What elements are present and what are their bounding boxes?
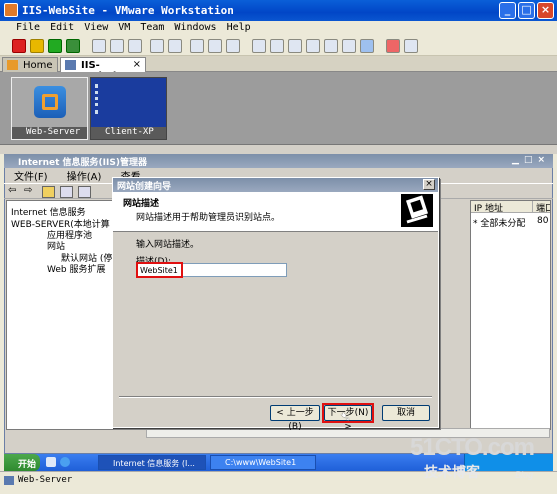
snapshot-manager-icon[interactable] xyxy=(128,39,142,53)
menu-edit[interactable]: Edit xyxy=(50,21,74,33)
watermark-blog: Blog xyxy=(515,470,534,480)
watermark-blog-cn: 技术博客 xyxy=(424,464,480,480)
iis-titlebar: Internet 信息服务(IIS)管理器 ▁□× xyxy=(4,154,553,168)
vm-icon xyxy=(65,60,76,70)
cursor-icon: ➷ xyxy=(340,410,351,425)
team-settings-icon[interactable] xyxy=(404,39,418,53)
wizard-separator xyxy=(119,396,432,398)
vmware-logo-icon xyxy=(34,86,66,118)
window-title: IIS-WebSite - VMware Workstation xyxy=(22,4,234,17)
tab-bar: Home IIS-WebSite × xyxy=(0,56,557,82)
tab-home-label: Home xyxy=(23,60,53,71)
menu-file[interactable]: File xyxy=(16,21,40,33)
show-tree-icon[interactable] xyxy=(60,186,73,198)
back-button[interactable]: < 上一步(B) xyxy=(270,405,320,432)
status-text: Web-Server xyxy=(18,475,73,485)
quick-switch-icon[interactable] xyxy=(306,39,320,53)
menubar: File Edit View VM Team Windows Help xyxy=(0,21,557,36)
start-button[interactable]: 开始 xyxy=(4,454,40,471)
watermark-site: 51CTO.com xyxy=(410,434,535,461)
unity-icon[interactable] xyxy=(324,39,338,53)
summary-view-icon[interactable] xyxy=(360,39,374,53)
ie-icon[interactable] xyxy=(60,457,70,467)
cell-ip: * 全部未分配 xyxy=(473,219,526,229)
power-on-icon[interactable] xyxy=(48,39,62,53)
wizard-title: 网站创建向导 xyxy=(113,178,438,192)
tree-item-web-extensions[interactable]: Web 服务扩展 xyxy=(47,262,105,275)
record-icon[interactable] xyxy=(208,39,222,53)
tree-item-app-pools[interactable]: 应用程序池 xyxy=(47,228,92,241)
iis-menu-action[interactable]: 操作(A) xyxy=(67,172,102,183)
suspend-icon[interactable] xyxy=(30,39,44,53)
tab-home[interactable]: Home xyxy=(2,57,58,72)
iis-title: Internet 信息服务(IIS)管理器 xyxy=(18,158,147,168)
tree-item-server[interactable]: WEB-SERVER(本地计算 xyxy=(11,217,110,230)
window-titlebar: IIS-WebSite - VMware Workstation _ □ × xyxy=(0,0,557,21)
guest-desktop-edge xyxy=(0,144,557,154)
menu-team[interactable]: Team xyxy=(140,21,164,33)
network-icon[interactable] xyxy=(150,39,164,53)
site-list: IP 地址 端口 * 全部未分配 80 xyxy=(470,200,551,430)
toolbar xyxy=(0,36,557,56)
column-port[interactable]: 端口 xyxy=(533,201,550,214)
tab-close-icon[interactable]: × xyxy=(133,59,141,70)
annotation-highlight-input xyxy=(136,262,183,278)
iis-menu-file[interactable]: 文件(F) xyxy=(14,172,48,183)
maximize-button[interactable]: □ xyxy=(518,2,535,19)
reset-icon[interactable] xyxy=(66,39,80,53)
console-view-icon[interactable] xyxy=(270,39,284,53)
up-folder-icon[interactable] xyxy=(42,186,55,198)
thumbnail-bar: Web-Server Client-XP xyxy=(0,72,557,144)
cancel-button[interactable]: 取消 xyxy=(382,405,430,421)
taskbar-item-iis[interactable]: Internet 信息服务 (I... xyxy=(98,455,206,470)
wizard-close-button[interactable]: × xyxy=(423,179,435,190)
revert-icon[interactable] xyxy=(110,39,124,53)
capture-icon[interactable] xyxy=(190,39,204,53)
taskbar-item-folder[interactable]: C:\www\WebSite1 xyxy=(210,455,316,470)
menu-vm[interactable]: VM xyxy=(118,21,130,33)
vmware-app-icon xyxy=(4,3,18,17)
wizard-prompt: 输入网站描述。 xyxy=(136,240,200,250)
iis-tree: Internet 信息服务 WEB-SERVER(本地计算 应用程序池 网站 默… xyxy=(6,200,114,430)
tab-iis-website[interactable]: IIS-WebSite × xyxy=(60,57,146,82)
fullscreen-icon[interactable] xyxy=(288,39,302,53)
start-label: 开始 xyxy=(18,460,37,470)
iis-window-controls[interactable]: ▁□× xyxy=(512,155,550,165)
menu-help[interactable]: Help xyxy=(227,21,251,33)
show-desktop-icon[interactable] xyxy=(46,457,56,467)
thumbnail-client-xp[interactable]: Client-XP xyxy=(90,77,167,140)
tree-item-websites[interactable]: 网站 xyxy=(47,239,65,252)
thumbnail-web-server-label: Web-Server xyxy=(12,127,87,139)
minimize-button[interactable]: _ xyxy=(499,2,516,19)
power-off-icon[interactable] xyxy=(12,39,26,53)
wizard-subheading: 网站描述用于帮助管理员识别站点。 xyxy=(136,213,281,223)
wizard-icon xyxy=(401,194,433,227)
usb-icon[interactable] xyxy=(168,39,182,53)
vm-status-icon xyxy=(4,476,14,485)
thumbnail-bar-icon[interactable] xyxy=(342,39,356,53)
team-icon[interactable] xyxy=(386,39,400,53)
replay-icon[interactable] xyxy=(226,39,240,53)
tree-item-iis[interactable]: Internet 信息服务 xyxy=(11,205,86,218)
wizard-heading: 网站描述 xyxy=(123,199,160,209)
properties-icon[interactable] xyxy=(78,186,91,198)
snapshot-icon[interactable] xyxy=(92,39,106,53)
thumbnail-client-xp-label: Client-XP xyxy=(91,127,166,139)
desktop-icons xyxy=(95,84,102,114)
back-icon[interactable]: ⇦ xyxy=(8,185,16,196)
tree-item-default-site[interactable]: 默认网站 (停 xyxy=(61,251,112,264)
column-ip[interactable]: IP 地址 xyxy=(471,201,533,214)
cell-port: 80 xyxy=(537,216,549,226)
menu-windows[interactable]: Windows xyxy=(174,21,216,33)
thumbnail-web-server[interactable]: Web-Server xyxy=(11,77,88,140)
close-button[interactable]: × xyxy=(537,2,554,19)
home-icon xyxy=(7,60,18,70)
sidebar-toggle-icon[interactable] xyxy=(252,39,266,53)
forward-icon[interactable]: ⇨ xyxy=(24,185,32,196)
menu-view[interactable]: View xyxy=(84,21,108,33)
